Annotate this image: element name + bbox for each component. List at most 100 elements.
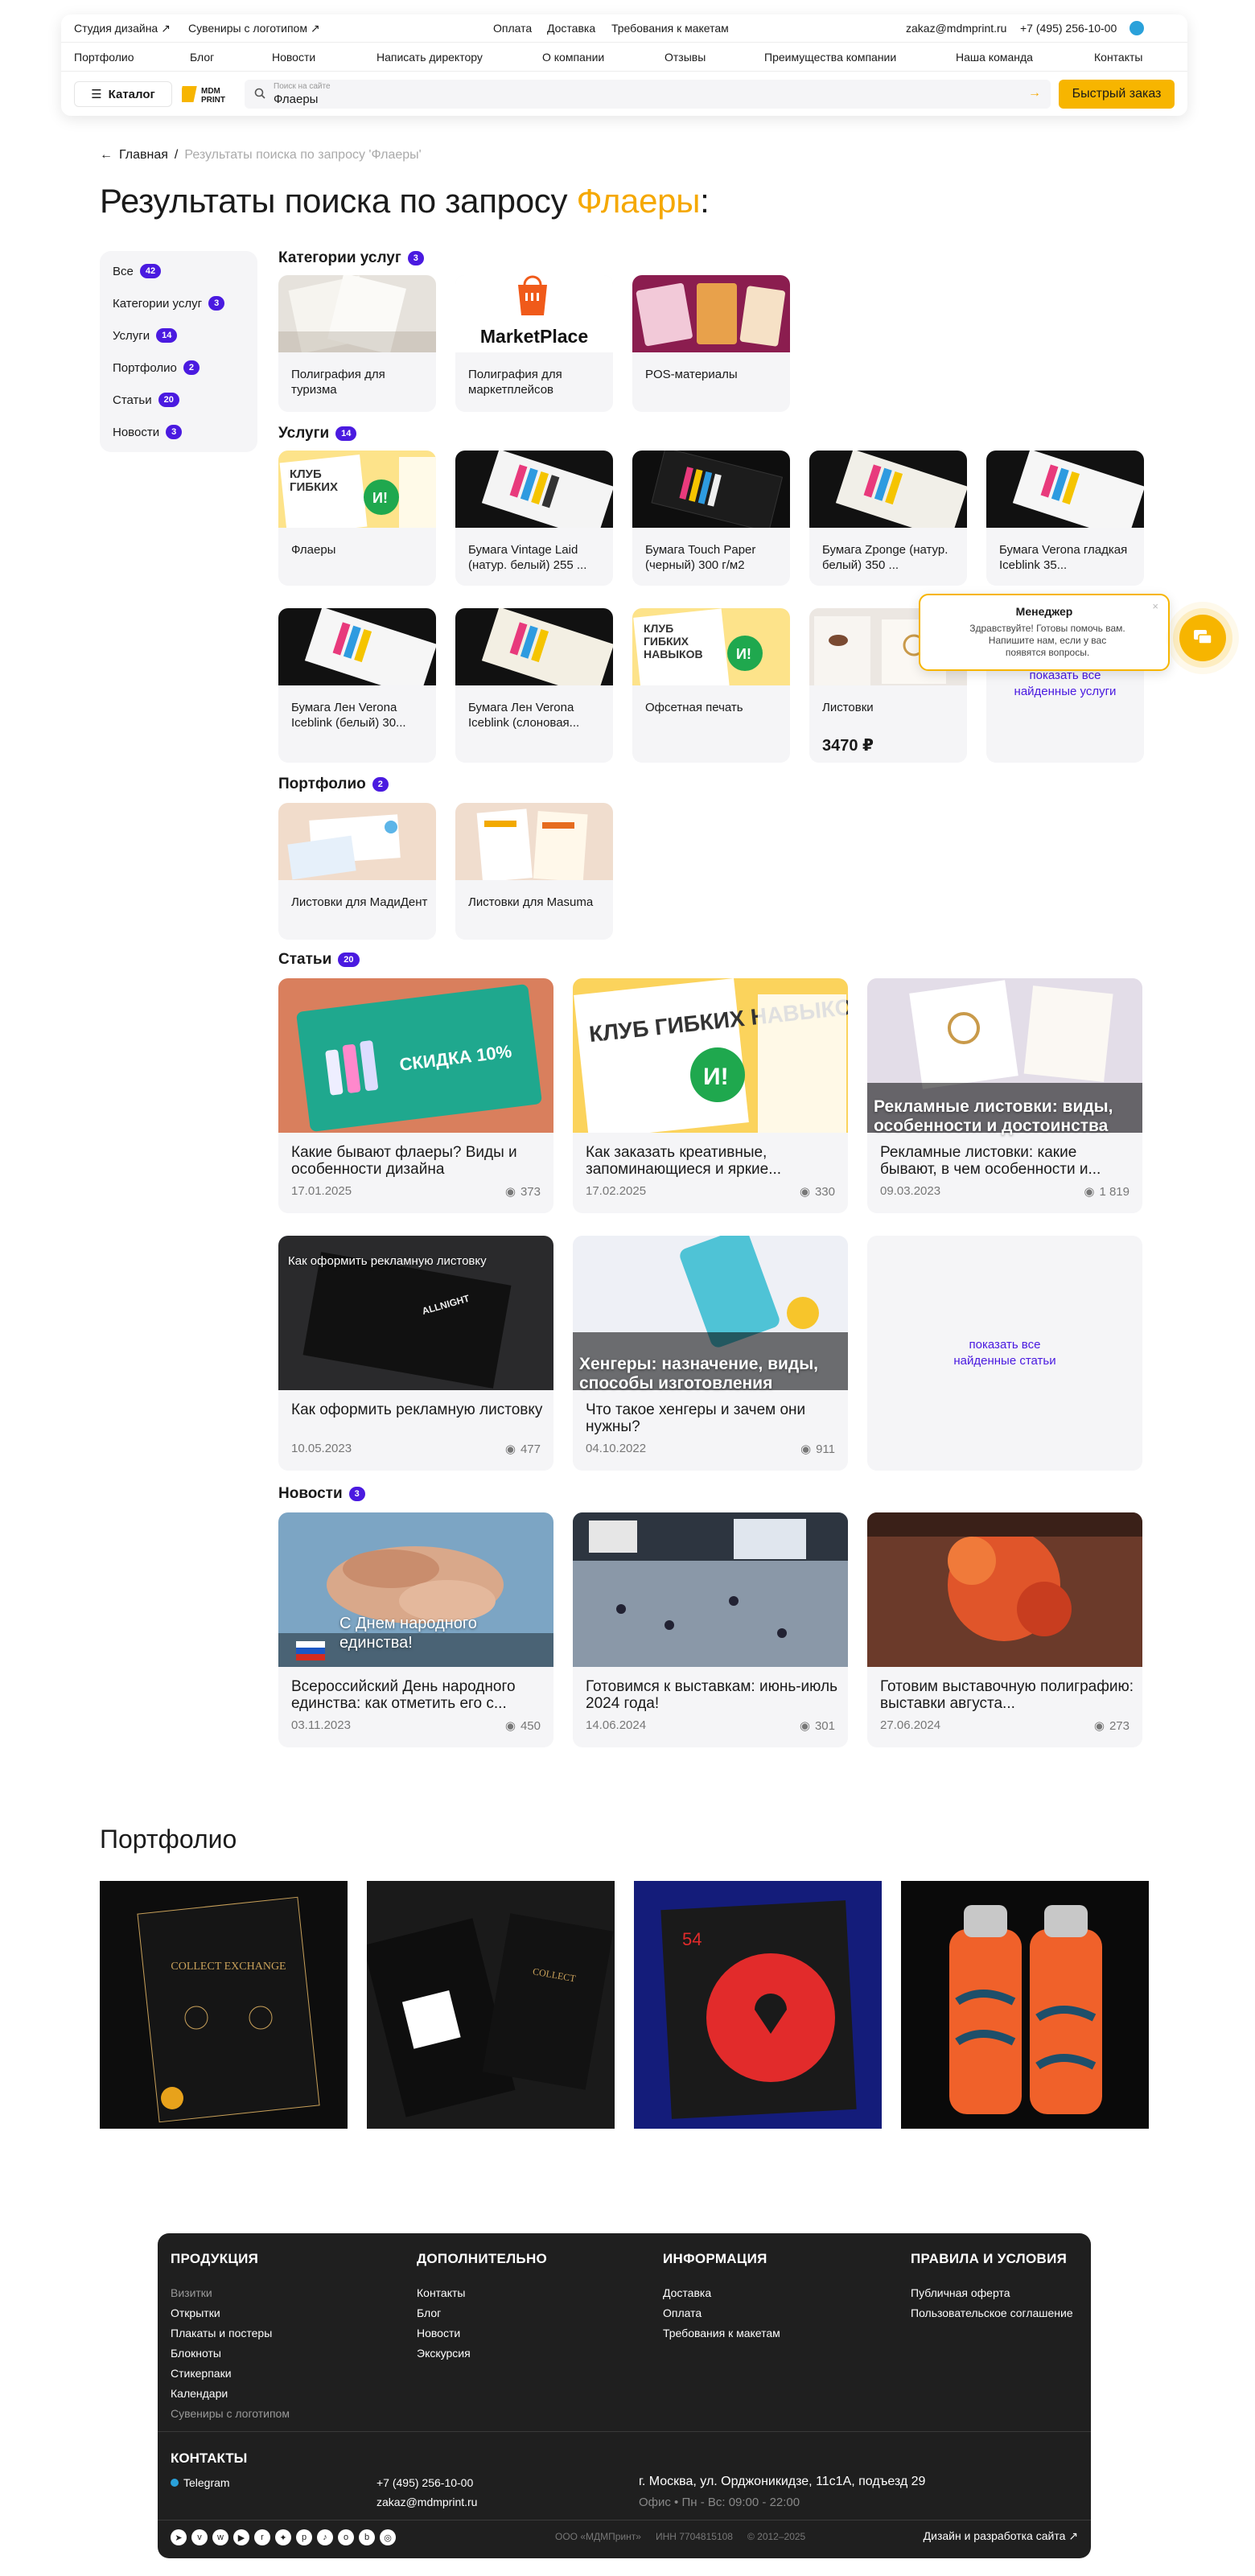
header-email[interactable]: zakaz@mdmprint.ru — [906, 22, 1006, 35]
portfolio-item[interactable] — [901, 1881, 1149, 2129]
news-card[interactable]: С Днем народного единства! Всероссийский… — [278, 1512, 553, 1747]
article-title: Как оформить рекламную листовку — [291, 1401, 543, 1418]
header-phone[interactable]: +7 (495) 256-10-00 — [1020, 22, 1117, 35]
portfolio-card-masuma[interactable]: Листовки для Masuma — [455, 803, 613, 940]
footer-link[interactable]: Стикерпаки — [171, 2364, 290, 2384]
service-card-len-verona-ivory[interactable]: Бумага Лен Verona Iceblink (слоновая... — [455, 608, 613, 763]
footer-link[interactable]: Экскурсия — [417, 2344, 547, 2364]
article-card[interactable]: Рекламные листовки: виды, особенности и … — [867, 978, 1142, 1213]
site-header: Студия дизайна ↗ Сувениры с логотипом ↗ … — [61, 14, 1187, 116]
nav-portfolio[interactable]: Портфолио — [74, 51, 134, 64]
footer-link[interactable]: Сувениры с логотипом — [171, 2404, 290, 2424]
footer-link[interactable]: Блокноты — [171, 2344, 290, 2364]
footer-link[interactable]: Доставка — [663, 2283, 780, 2303]
card-label: Полиграфия для туризма — [291, 368, 385, 397]
catalog-button[interactable]: ☰ Каталог — [74, 81, 172, 107]
article-card[interactable]: СКИДКА 10% Какие бывают флаеры? Виды и о… — [278, 978, 553, 1213]
footer-link[interactable]: Визитки — [171, 2283, 290, 2303]
site-logo[interactable]: MDM PRINT — [182, 81, 235, 107]
nav-news[interactable]: Новости — [272, 51, 315, 64]
service-card-flyers[interactable]: КЛУБ ГИБКИХ И! Флаеры — [278, 451, 436, 586]
footer-link[interactable]: Контакты — [417, 2283, 547, 2303]
footer-link[interactable]: Новости — [417, 2323, 547, 2344]
footer-link[interactable]: Открытки — [171, 2303, 290, 2323]
service-card-vintage-laid[interactable]: Бумага Vintage Laid (натур. белый) 255 .… — [455, 451, 613, 586]
category-card-tourism[interactable]: Полиграфия для туризма — [278, 275, 436, 412]
nav-write-director[interactable]: Написать директору — [376, 51, 483, 64]
nav-contacts[interactable]: Контакты — [1094, 51, 1142, 64]
dribbble-icon[interactable]: ◎ — [380, 2529, 396, 2545]
whatsapp-icon[interactable]: w — [212, 2529, 228, 2545]
footer-phone[interactable]: +7 (495) 256-10-00 — [376, 2476, 473, 2489]
service-card-verona[interactable]: Бумага Verona гладкая Iceblink 35... — [986, 451, 1144, 586]
close-icon[interactable]: × — [1152, 600, 1158, 612]
footer-link[interactable]: Пользовательское соглашение — [911, 2303, 1073, 2323]
vk-icon[interactable]: v — [191, 2529, 208, 2545]
footer-link[interactable]: Оплата — [663, 2303, 780, 2323]
ok-icon[interactable]: o — [338, 2529, 354, 2545]
paper-sample-image — [455, 608, 613, 685]
article-card[interactable]: КЛУБ ГИБКИХ НАВЫКОВ И! Как заказать креат… — [573, 978, 848, 1213]
filter-articles[interactable]: Статьи 20 — [113, 393, 179, 407]
behance-icon[interactable]: b — [359, 2529, 375, 2545]
search-submit-icon[interactable]: → — [1028, 86, 1041, 101]
portfolio-item[interactable]: COLLECT EXCHANGE — [100, 1881, 348, 2129]
portfolio-item[interactable]: 54 — [634, 1881, 882, 2129]
service-card-zponge[interactable]: Бумага Zponge (натур. белый) 350 ... — [809, 451, 967, 586]
chat-button[interactable] — [1179, 615, 1226, 661]
footer-email[interactable]: zakaz@mdmprint.ru — [376, 2496, 477, 2508]
service-card-offset[interactable]: КЛУБ ГИБКИХ НАВЫКОВ И! Офсетная печать — [632, 608, 790, 763]
footer-link[interactable]: Требования к макетам — [663, 2323, 780, 2344]
category-card-marketplace[interactable]: MarketPlace Полиграфия для маркетплейсов — [455, 275, 613, 412]
portfolio-item[interactable]: COLLECT — [367, 1881, 615, 2129]
show-all-articles-card[interactable]: показать все найденные статьи — [867, 1236, 1142, 1471]
filter-all[interactable]: Все 42 — [113, 264, 162, 278]
payment-link[interactable]: Оплата — [493, 22, 532, 35]
article-card[interactable]: Хенгеры: назначение, виды, способы изгот… — [573, 1236, 848, 1471]
footer-design-link[interactable]: Дизайн и разработка сайта ↗ — [924, 2529, 1078, 2543]
article-card[interactable]: ALLNIGHT Как оформить рекламную листовку… — [278, 1236, 553, 1471]
pinterest-icon[interactable]: p — [296, 2529, 312, 2545]
nav-reviews[interactable]: Отзывы — [665, 51, 706, 64]
souvenirs-link[interactable]: Сувениры с логотипом ↗ — [188, 22, 320, 35]
search-input[interactable]: Поиск на сайте Флаеры → — [245, 80, 1051, 109]
breadcrumb-home[interactable]: Главная — [119, 148, 168, 163]
filter-portfolio[interactable]: Портфолио 2 — [113, 360, 200, 375]
footer-telegram[interactable]: Telegram — [171, 2476, 230, 2489]
dzen-icon[interactable]: ✦ — [275, 2529, 291, 2545]
category-card-pos[interactable]: POS-материалы — [632, 275, 790, 412]
search-placeholder: Поиск на сайте — [274, 82, 331, 91]
nav-about[interactable]: О компании — [542, 51, 604, 64]
news-card[interactable]: Готовимся к выставкам: июнь-июль 2024 го… — [573, 1512, 848, 1747]
delivery-link[interactable]: Доставка — [547, 22, 595, 35]
filter-categories[interactable]: Категории услуг 3 — [113, 296, 225, 311]
footer-link[interactable]: Блог — [417, 2303, 547, 2323]
filter-services[interactable]: Услуги 14 — [113, 328, 178, 343]
design-studio-link[interactable]: Студия дизайна ↗ — [74, 22, 171, 35]
news-card[interactable]: Готовим выставочную полиграфию: выставки… — [867, 1512, 1142, 1747]
youtube-icon[interactable]: ▶ — [233, 2529, 249, 2545]
footer-link[interactable]: Публичная оферта — [911, 2283, 1073, 2303]
filter-label: Портфолио — [113, 360, 177, 375]
footer-link[interactable]: Календари — [171, 2384, 290, 2404]
back-arrow-icon[interactable]: ← — [100, 148, 113, 163]
rutube-icon[interactable]: r — [254, 2529, 270, 2545]
telegram-icon[interactable] — [1130, 21, 1144, 35]
show-all-services-link[interactable]: показать все найденные услуги — [1002, 668, 1128, 700]
nav-team[interactable]: Наша команда — [956, 51, 1033, 64]
breadcrumb-separator: / — [174, 148, 179, 162]
footer-col-title: ДОПОЛНИТЕЛЬНО — [417, 2251, 548, 2266]
footer-link[interactable]: Плакаты и постеры — [171, 2323, 290, 2344]
portfolio-card-madident[interactable]: Листовки для МадиДент — [278, 803, 436, 940]
service-card-touch-paper[interactable]: Бумага Touch Paper (черный) 300 г/м2 — [632, 451, 790, 586]
filter-news[interactable]: Новости 3 — [113, 425, 183, 439]
catalog-label: Каталог — [108, 87, 155, 101]
telegram-icon[interactable]: ➤ — [171, 2529, 187, 2545]
nav-blog[interactable]: Блог — [190, 51, 214, 64]
nav-advantages[interactable]: Преимущества компании — [764, 51, 896, 64]
show-all-articles-link[interactable]: показать все найденные статьи — [940, 1337, 1070, 1369]
tiktok-icon[interactable]: ♪ — [317, 2529, 333, 2545]
requirements-link[interactable]: Требования к макетам — [611, 22, 729, 35]
service-card-len-verona-white[interactable]: Бумага Лен Verona Iceblink (белый) 30... — [278, 608, 436, 763]
quick-order-button[interactable]: Быстрый заказ — [1059, 80, 1175, 109]
